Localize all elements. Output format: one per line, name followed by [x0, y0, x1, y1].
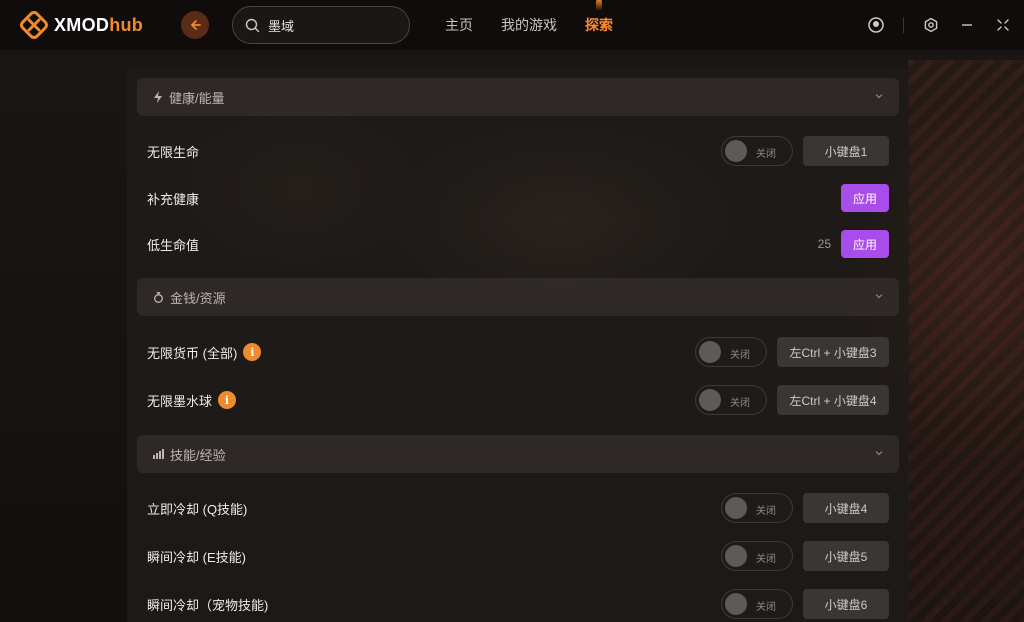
toggle-state: 关闭	[756, 506, 776, 517]
back-button[interactable]	[181, 11, 209, 39]
hotkey-button[interactable]: 小键盘4	[803, 493, 889, 523]
toggle-switch[interactable]: 关闭	[695, 337, 767, 367]
cheat-row-infinite-ink-orbs: 无限墨水球 i 关闭 左Ctrl + 小键盘4	[147, 384, 889, 416]
lightning-icon	[154, 91, 162, 103]
close-icon[interactable]	[994, 16, 1012, 34]
section-header-health[interactable]: 健康/能量	[137, 78, 899, 116]
cheat-label: 无限生命	[147, 144, 200, 160]
game-background-side-art	[908, 60, 1024, 622]
search-icon	[245, 18, 260, 32]
toggle-switch[interactable]: 关闭	[695, 385, 767, 415]
cheat-label: 低生命值	[147, 237, 200, 253]
info-icon[interactable]: i	[218, 391, 237, 409]
cheat-controls: 关闭 小键盘4	[721, 492, 889, 524]
bar-chart-icon	[153, 449, 164, 459]
cheat-controls: 关闭 左Ctrl + 小键盘3	[695, 336, 889, 368]
divider	[903, 17, 904, 33]
toggle-knob	[725, 545, 747, 567]
logo-text-main: XMOD	[54, 14, 110, 35]
cheat-row-instant-cooldown-e: 瞬间冷却 (E技能) 关闭 小键盘5	[147, 540, 889, 572]
window-controls	[867, 16, 1012, 34]
search-box[interactable]	[232, 6, 410, 44]
toggle-switch[interactable]: 关闭	[721, 541, 793, 571]
section-title: 技能/经验	[170, 447, 226, 463]
cheat-controls: 关闭 左Ctrl + 小键盘4	[695, 384, 889, 416]
cheat-label: 无限货币 (全部)	[147, 345, 238, 361]
toggle-switch[interactable]: 关闭	[721, 136, 793, 166]
settings-icon[interactable]	[922, 16, 940, 34]
toggle-state: 关闭	[730, 350, 750, 361]
cheat-controls: 关闭 小键盘1	[721, 135, 889, 167]
money-bag-icon	[154, 292, 163, 303]
hotkey-button[interactable]: 小键盘5	[803, 541, 889, 571]
cheat-controls: 关闭 小键盘6	[721, 588, 889, 620]
cheat-row-infinite-health: 无限生命 关闭 小键盘1	[147, 135, 889, 167]
apply-button[interactable]: 应用	[841, 184, 889, 212]
cheat-row-instant-cooldown-pet: 瞬间冷却（宠物技能) 关闭 小键盘6	[147, 588, 889, 620]
toggle-knob	[725, 593, 747, 615]
arrow-left-icon	[190, 20, 201, 30]
cheat-label: 无限墨水球	[147, 393, 213, 409]
toggle-knob	[699, 341, 721, 363]
nav-explore[interactable]: 探索	[585, 0, 613, 35]
hotkey-button[interactable]: 小键盘1	[803, 136, 889, 166]
value-display: 25	[817, 237, 831, 251]
cheat-controls: 25 应用	[818, 228, 889, 260]
nav-home[interactable]: 主页	[445, 15, 473, 35]
cheat-row-infinite-currency: 无限货币 (全部) i 关闭 左Ctrl + 小键盘3	[147, 336, 889, 368]
section-title: 金钱/资源	[170, 290, 226, 306]
chevron-down-icon	[875, 451, 883, 456]
app-logo[interactable]: XMODhub	[20, 11, 143, 39]
xmod-logo-icon	[20, 11, 48, 39]
logo-text: XMODhub	[54, 15, 143, 36]
toggle-switch[interactable]: 关闭	[721, 589, 793, 619]
cheat-controls: 应用	[841, 182, 889, 214]
toggle-state: 关闭	[730, 398, 750, 409]
toggle-switch[interactable]: 关闭	[721, 493, 793, 523]
toggle-state: 关闭	[756, 554, 776, 565]
cheats-panel: 健康/能量 无限生命 关闭 小键盘1 补充健康 应用 低生命值 25 应用 金钱…	[127, 68, 909, 622]
top-bar: XMODhub 主页 我的游戏 探索	[0, 0, 1024, 50]
toggle-knob	[699, 389, 721, 411]
minimize-icon[interactable]	[958, 16, 976, 34]
user-icon[interactable]	[867, 16, 885, 34]
toggle-state: 关闭	[756, 149, 776, 160]
cheat-row-instant-cooldown-q: 立即冷却 (Q技能) 关闭 小键盘4	[147, 492, 889, 524]
logo-text-accent: hub	[109, 14, 144, 35]
toggle-state: 关闭	[756, 602, 776, 613]
cheat-label: 瞬间冷却（宠物技能)	[147, 597, 269, 613]
cheat-label: 立即冷却 (Q技能)	[147, 501, 248, 517]
chevron-down-icon	[875, 294, 883, 299]
section-title: 健康/能量	[169, 90, 225, 106]
toggle-knob	[725, 497, 747, 519]
main-nav: 主页 我的游戏 探索	[445, 0, 613, 35]
nav-my-games[interactable]: 我的游戏	[501, 15, 557, 35]
hotkey-button[interactable]: 左Ctrl + 小键盘3	[777, 337, 889, 367]
section-header-money[interactable]: 金钱/资源	[137, 278, 899, 316]
hotkey-button[interactable]: 左Ctrl + 小键盘4	[777, 385, 889, 415]
search-input[interactable]	[268, 17, 388, 33]
cheat-row-refill-health: 补充健康 应用	[147, 182, 889, 214]
info-icon[interactable]: i	[243, 343, 262, 361]
cheat-controls: 关闭 小键盘5	[721, 540, 889, 572]
cheat-label: 瞬间冷却 (E技能)	[147, 549, 246, 565]
cheat-row-low-health: 低生命值 25 应用	[147, 228, 889, 260]
toggle-knob	[725, 140, 747, 162]
apply-button[interactable]: 应用	[841, 230, 889, 258]
cheat-label: 补充健康	[147, 191, 200, 207]
section-header-skills[interactable]: 技能/经验	[137, 435, 899, 473]
hotkey-button[interactable]: 小键盘6	[803, 589, 889, 619]
chevron-down-icon	[875, 94, 883, 99]
